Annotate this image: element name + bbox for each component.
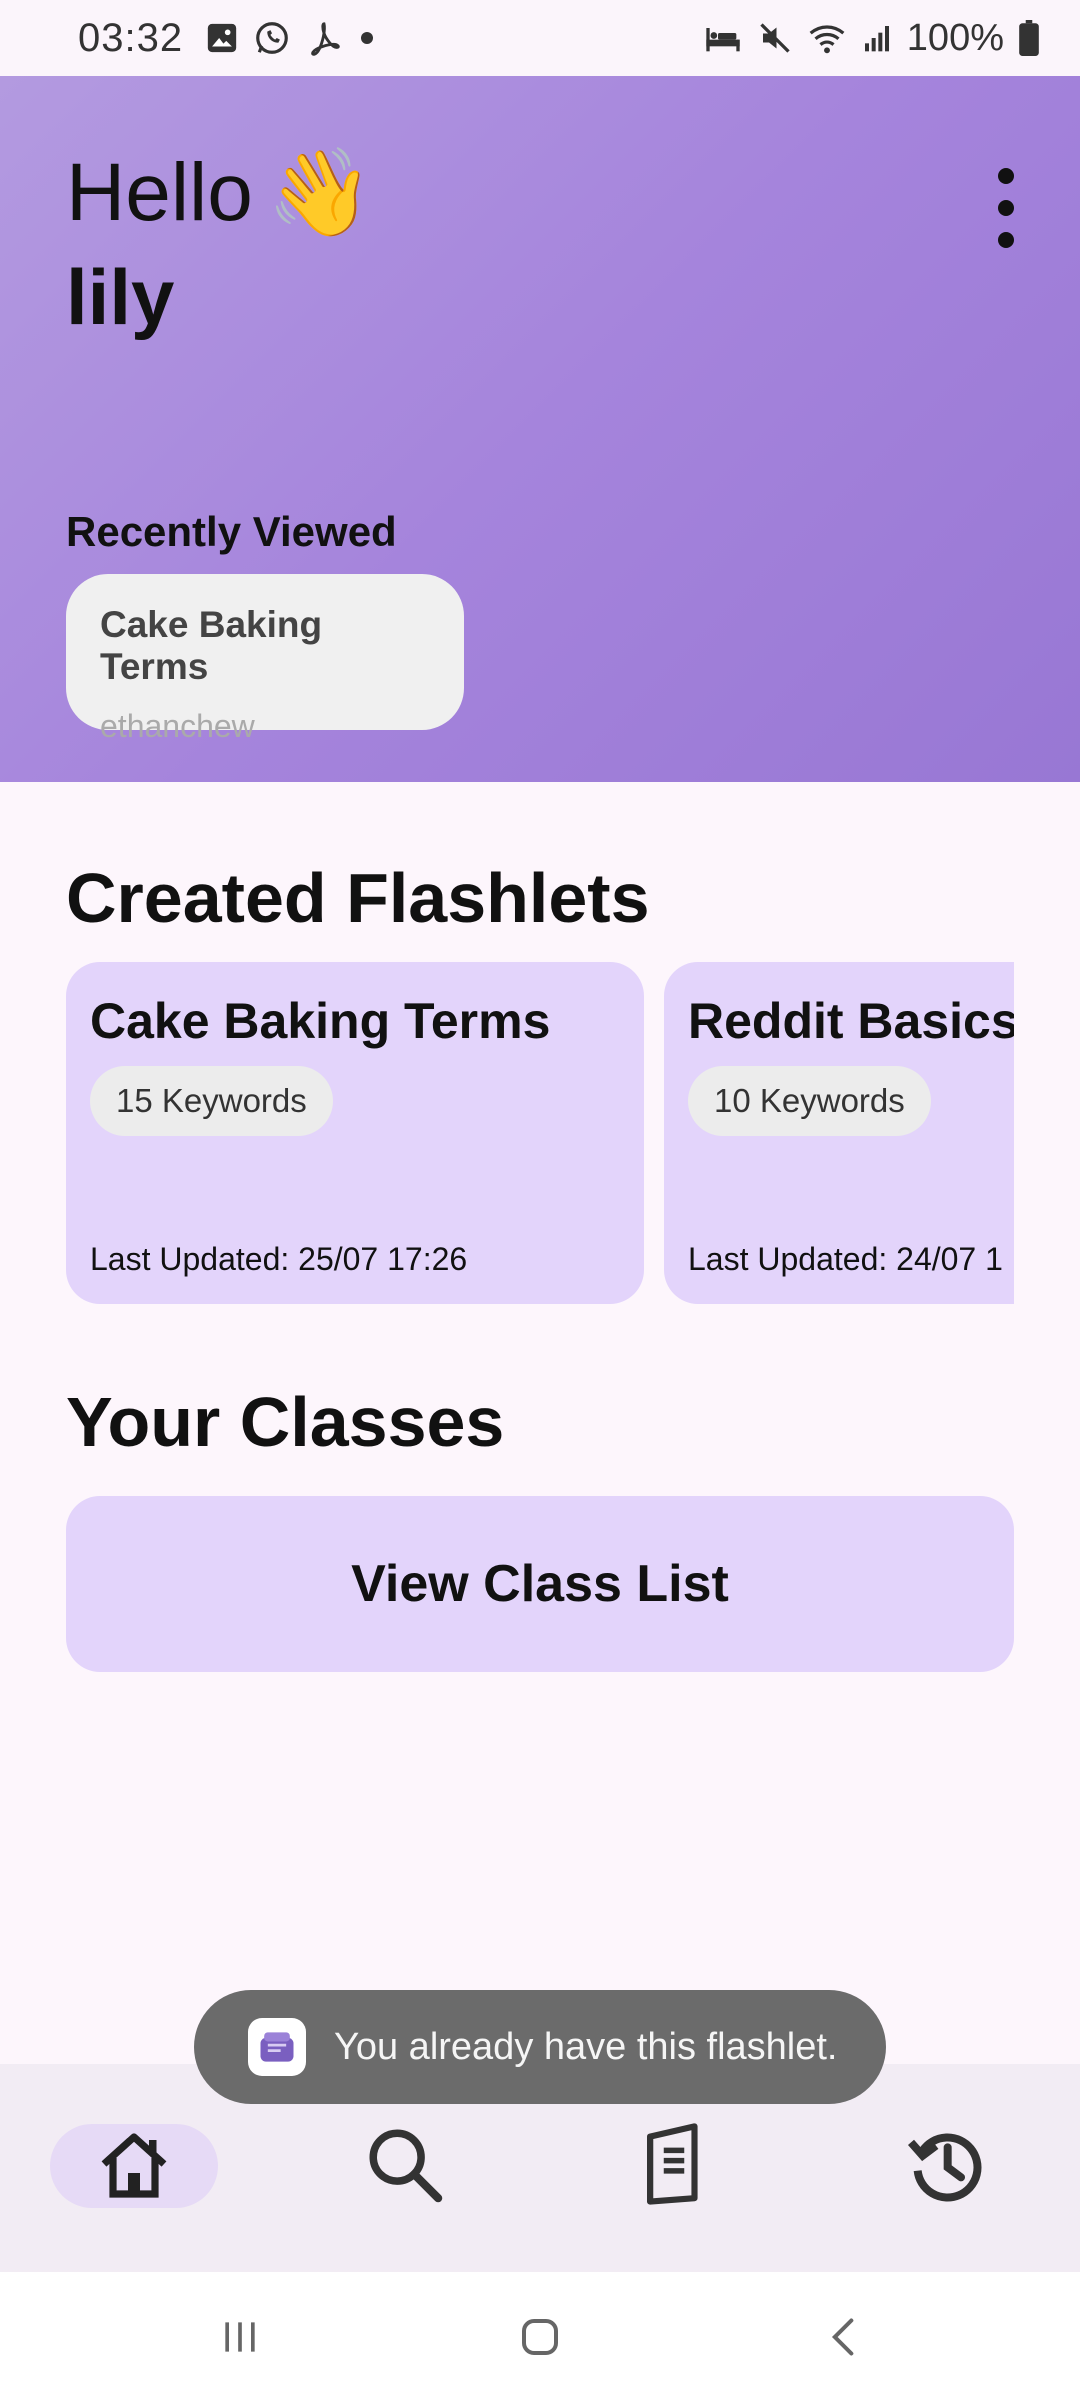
home-button-icon[interactable]: [510, 2302, 570, 2372]
history-icon: [906, 2124, 986, 2209]
nav-search[interactable]: [320, 2124, 488, 2208]
flashlet-last-updated: Last Updated: 24/07 1: [688, 1241, 1003, 1277]
bed-icon: [703, 21, 743, 55]
wifi-icon: [807, 20, 847, 56]
flashlets-carousel[interactable]: Cake Baking Terms 15 Keywords Last Updat…: [66, 962, 1014, 1304]
flashlet-title: Reddit Basics: [688, 993, 1014, 1049]
status-time: 03:32: [78, 15, 184, 60]
greeting-row: Hello 👋: [66, 146, 374, 240]
gallery-icon: [205, 21, 239, 55]
search-icon: [363, 2123, 445, 2210]
back-icon[interactable]: [814, 2302, 874, 2372]
recent-card-author: ethanchew: [100, 708, 255, 744]
app-logo-icon: [248, 2018, 306, 2076]
recent-card-title: Cake Baking Terms: [100, 604, 323, 687]
nav-history[interactable]: [862, 2124, 1030, 2208]
flashlet-card[interactable]: Reddit Basics 10 Keywords Last Updated: …: [664, 962, 1014, 1304]
status-left: 03:32: [78, 16, 377, 61]
created-flashlets-title: Created Flashlets: [66, 859, 650, 937]
keyword-count-chip: 15 Keywords: [90, 1066, 333, 1136]
your-classes-title: Your Classes: [66, 1383, 505, 1461]
battery-level: 100%: [906, 16, 1004, 59]
status-bar: 03:32 100%: [0, 0, 1080, 76]
dot-icon: [357, 28, 377, 48]
battery-icon: [1018, 20, 1040, 56]
greeting-header: Hello 👋 lily Recently Viewed Cake Baking…: [0, 76, 1080, 782]
nav-home[interactable]: [50, 2124, 218, 2208]
signal-icon: [861, 22, 893, 54]
greeting-text: Hello: [66, 147, 253, 238]
waving-hand-icon: 👋: [266, 145, 374, 241]
flashlet-title: Cake Baking Terms: [90, 993, 551, 1049]
nav-library[interactable]: [590, 2122, 758, 2210]
home-icon: [95, 2127, 173, 2206]
toast-text: You already have this flashlet.: [334, 2025, 838, 2068]
more-vert-icon[interactable]: [978, 150, 1034, 266]
user-name: lily: [66, 253, 175, 341]
recently-viewed-title: Recently Viewed: [66, 508, 397, 555]
status-right: 100%: [703, 17, 1040, 60]
book-icon: [639, 2122, 709, 2210]
mute-icon: [757, 20, 793, 56]
flashlet-card[interactable]: Cake Baking Terms 15 Keywords Last Updat…: [66, 962, 644, 1304]
keyword-count-chip: 10 Keywords: [688, 1066, 931, 1136]
acrobat-icon: [305, 19, 343, 57]
view-class-list-button[interactable]: View Class List: [66, 1496, 1014, 1672]
system-navigation-bar: [0, 2272, 1080, 2400]
toast-message: You already have this flashlet.: [194, 1990, 886, 2104]
recent-apps-icon[interactable]: [210, 2302, 270, 2372]
recent-flashlet-card[interactable]: Cake Baking Terms ethanchew: [66, 574, 464, 744]
flashlet-last-updated: Last Updated: 25/07 17:26: [90, 1241, 468, 1277]
whatsapp-icon: [253, 19, 291, 57]
app-screen: 03:32 100% Hello 👋 lily Recently Viewed …: [0, 0, 1080, 2400]
